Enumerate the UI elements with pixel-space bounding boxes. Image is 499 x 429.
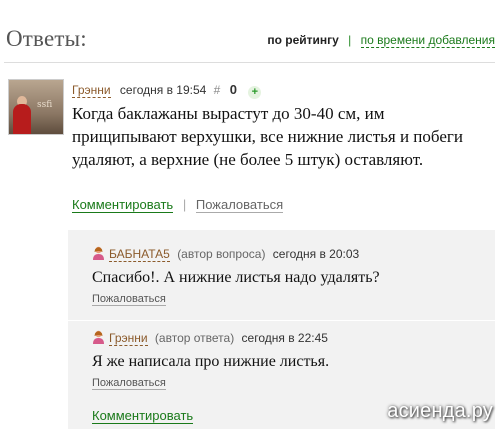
comment-role: (автор вопроса) xyxy=(177,247,266,261)
comment-item: Грэнни (автор ответа) сегодня в 22:45 Я … xyxy=(92,330,329,391)
actions-separator: | xyxy=(182,197,187,212)
answers-header: Ответы: по рейтингу | по времени добавле… xyxy=(0,0,499,63)
plus-icon[interactable]: + xyxy=(248,86,262,99)
comment-text: Я же написала про нижние листья. xyxy=(92,353,330,370)
sort-separator: | xyxy=(348,33,352,47)
sort-by-rating[interactable]: по рейтингу xyxy=(267,33,338,47)
add-comment-button[interactable]: Комментировать xyxy=(92,408,194,424)
comment-time: сегодня в 22:45 xyxy=(241,331,328,345)
comment-button[interactable]: Комментировать xyxy=(72,197,174,213)
comment-author-link[interactable]: Грэнни xyxy=(109,331,148,346)
answer-meta: Грэнни сегодня в 19:54 # 0 + xyxy=(72,82,262,99)
answer-text: Когда баклажаны вырастут до 30-40 см, им… xyxy=(72,104,463,169)
comment-author-link[interactable]: БАБНАТА5 xyxy=(109,247,170,262)
answer-permalink[interactable]: # xyxy=(214,83,221,97)
comment-meta: БАБНАТА5 (автор вопроса) сегодня в 20:03 xyxy=(92,246,380,262)
avatar[interactable]: ssfi xyxy=(8,79,64,135)
watermark: асиенда.ру xyxy=(387,400,493,422)
comment-text: Спасибо!. А нижние листья надо удалять? xyxy=(92,269,380,286)
comment-role: (автор ответа) xyxy=(154,331,235,345)
header-divider xyxy=(4,62,495,63)
report-button[interactable]: Пожаловаться xyxy=(195,197,284,213)
comment-report-button[interactable]: Пожаловаться xyxy=(92,293,166,306)
comment-report-button[interactable]: Пожаловаться xyxy=(92,377,166,390)
comment-item: БАБНАТА5 (автор вопроса) сегодня в 20:03… xyxy=(92,246,380,307)
answer-score: 0 xyxy=(229,82,237,97)
sort-by-time[interactable]: по времени добавления xyxy=(360,33,495,48)
sort-controls: по рейтингу | по времени добавления xyxy=(267,33,495,48)
comment-time: сегодня в 20:03 xyxy=(272,247,360,261)
comment-meta: Грэнни (автор ответа) сегодня в 22:45 xyxy=(92,330,329,346)
user-female-icon xyxy=(93,246,104,260)
user-female-icon xyxy=(93,330,104,344)
answer-actions: Комментировать | Пожаловаться xyxy=(72,197,284,213)
answer-time: сегодня в 19:54 xyxy=(119,83,207,97)
page-title: Ответы: xyxy=(6,26,87,51)
comment-divider xyxy=(68,320,495,321)
answer-author-link[interactable]: Грэнни xyxy=(72,83,111,98)
